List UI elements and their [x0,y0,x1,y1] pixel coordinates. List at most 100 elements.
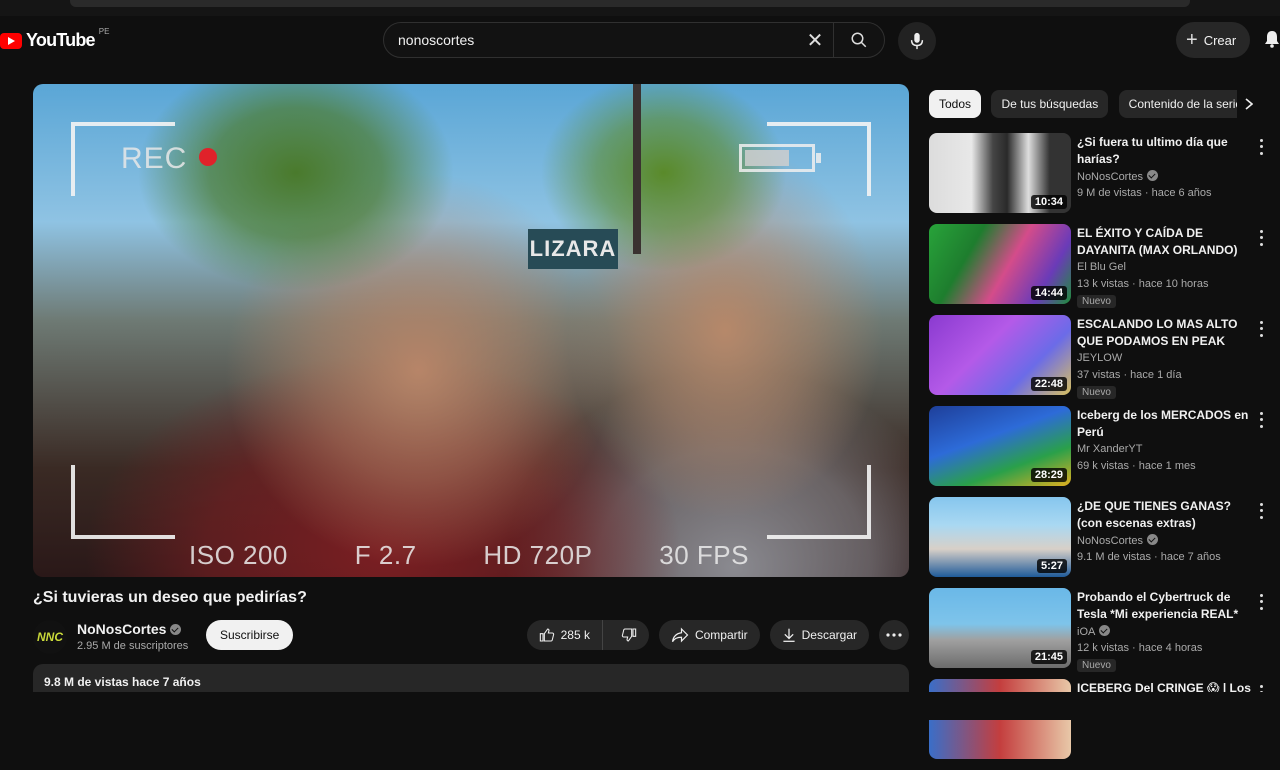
download-icon [783,628,795,642]
stat-fps: 30 FPS [659,540,749,570]
voice-search-button[interactable] [898,22,936,60]
youtube-logo[interactable]: YouTube PE [0,27,110,51]
recommendation-title[interactable]: ¿Si fuera tu ultimo día que harías? [1077,134,1252,168]
channel-name-container[interactable]: NoNosCortes [77,621,182,637]
country-code: PE [98,27,110,36]
more-vertical-icon[interactable] [1255,319,1267,339]
chevron-right-icon [1245,98,1253,110]
recommendation-meta: 12 k vistas · hace 4 horas [1077,642,1203,654]
recommendation-channel-row: Mr XanderYT [1077,443,1142,455]
subscriber-count: 2.95 M de suscriptores [77,640,189,652]
recommendation-meta: 69 k vistas · hace 1 mes [1077,460,1196,472]
recommendation-channel[interactable]: Mr XanderYT [1077,443,1142,455]
more-vertical-icon[interactable] [1255,137,1267,157]
recommendation-meta: 37 vistas · hace 1 día [1077,369,1182,381]
video-scene-sign: LIZARA [528,229,618,269]
search-icon [851,32,867,48]
recommendation-item[interactable]: 14:44 EL ÉXITO Y CAÍDA DE DAYANITA (MAX O… [929,224,1269,315]
like-button[interactable]: 285 k [527,620,603,650]
video-thumbnail[interactable]: 10:34 [929,133,1071,213]
new-badge: Nuevo [1077,659,1116,672]
subscribe-button[interactable]: Suscribirse [206,620,294,650]
viewfinder-corner [71,465,175,539]
video-duration: 28:29 [1030,468,1067,482]
recommendation-meta: 9 M de vistas · hace 6 años [1077,187,1212,199]
recommendation-channel[interactable]: NoNosCortes [1077,171,1143,183]
chip-todos[interactable]: Todos [929,90,982,118]
battery-icon [739,144,821,172]
recommendation-meta: 13 k vistas · hace 10 horas [1077,278,1209,290]
search-button[interactable] [833,23,884,57]
recommendation-title[interactable]: EL ÉXITO Y CAÍDA DE DAYANITA (MAX ORLAND… [1077,225,1252,259]
more-vertical-icon[interactable] [1255,410,1267,430]
plus-icon: + [1186,29,1198,51]
notifications-button[interactable] [1264,30,1280,53]
recommendation-channel[interactable]: JEYLOW [1077,352,1122,364]
video-thumbnail[interactable]: 21:45 [929,588,1071,668]
recommendation-channel-row: NoNosCortes [1077,170,1159,183]
recommendation-meta: 9.1 M de vistas · hace 7 años [1077,551,1221,563]
recommendation-channel[interactable]: El Blu Gel [1077,261,1126,273]
recommendation-item[interactable]: 28:29 Iceberg de los MERCADOS en Perú Mr X… [929,406,1269,497]
logo-wordmark: YouTube [26,30,96,50]
recommendation-title[interactable]: ESCALANDO LO MAS ALTO QUE PODAMOS EN PEA… [1077,316,1252,350]
video-duration: 22:48 [1030,377,1067,391]
video-player[interactable]: LIZARA REC ISO 200 F 2.7 HD 720P 30 FPS [33,84,909,577]
create-button[interactable]: + Crear [1176,22,1251,58]
more-vertical-icon[interactable] [1255,501,1267,521]
thumbs-down-icon [621,628,637,642]
recommendation-channel[interactable]: iOA [1077,626,1095,638]
share-button[interactable]: Compartir [658,620,760,650]
verified-icon [170,624,182,635]
like-count: 285 k [560,628,590,642]
video-title: ¿Si tuvieras un deseo que pedirías? [33,589,307,606]
new-badge: Nuevo [1077,295,1116,308]
bell-icon [1265,31,1279,48]
video-thumbnail[interactable]: 22:48 [929,315,1071,395]
stat-resolution: HD 720P [483,540,593,570]
verified-icon [1147,534,1159,545]
bottom-strip [0,692,1280,720]
channel-avatar[interactable]: NNC [33,620,67,654]
more-vertical-icon[interactable] [1255,228,1267,248]
video-thumbnail[interactable]: 14:44 [929,224,1071,304]
video-duration: 21:45 [1030,650,1067,664]
video-duration: 5:27 [1036,559,1067,573]
recommendation-item[interactable]: 10:34 ¿Si fuera tu ultimo día que harías?… [929,133,1269,224]
recommendation-item[interactable]: 5:27 ¿DE QUE TIENES GANAS? (con escenas e… [929,497,1269,588]
rec-dot-icon [199,148,217,166]
stat-aperture: F 2.7 [354,540,417,570]
chip-de-tus-busquedas[interactable]: De tus búsquedas [991,90,1109,118]
more-vertical-icon[interactable] [1255,592,1267,612]
recommendation-channel-row: NoNosCortes [1077,534,1159,547]
recommendation-item[interactable]: 22:48 ESCALANDO LO MAS ALTO QUE PODAMOS E… [929,315,1269,406]
recommendation-channel[interactable]: NoNosCortes [1077,535,1143,547]
more-actions-button[interactable] [879,620,909,650]
rec-overlay: REC [121,142,188,175]
search-box: ✕ [383,22,885,58]
recommendation-title[interactable]: ¿DE QUE TIENES GANAS? (con escenas extra… [1077,498,1252,532]
thumbs-up-icon [539,628,554,642]
recommendation-title[interactable]: Probando el Cybertruck de Tesla *Mi expe… [1077,589,1252,623]
filter-chips: Todos De tus búsquedas Contenido de la s… [929,90,1265,118]
verified-icon [1147,170,1159,181]
clear-search-icon[interactable]: ✕ [797,28,833,53]
channel-name[interactable]: NoNosCortes [77,621,166,637]
recommendation-title[interactable]: Iceberg de los MERCADOS en Perú [1077,407,1252,441]
video-thumbnail[interactable]: 5:27 [929,497,1071,577]
chip-contenido-serie[interactable]: Contenido de la serie [1118,90,1253,118]
download-button[interactable]: Descargar [769,620,869,650]
search-input[interactable] [384,31,797,49]
masthead: YouTube PE ✕ + Crear [0,18,1280,62]
recommendation-item[interactable]: 21:45 Probando el Cybertruck de Tesla *Mi… [929,588,1269,679]
dislike-button[interactable] [609,620,649,650]
video-duration: 10:34 [1030,195,1067,209]
share-icon [671,627,689,643]
youtube-play-icon [0,32,22,49]
chips-next-button[interactable] [1237,90,1261,118]
video-thumbnail[interactable]: 28:29 [929,406,1071,486]
camera-stats-overlay: ISO 200 F 2.7 HD 720P 30 FPS [189,540,749,571]
download-label: Descargar [801,628,857,642]
video-actions: 285 k Compartir Descargar [526,620,909,650]
microphone-icon [910,32,924,50]
